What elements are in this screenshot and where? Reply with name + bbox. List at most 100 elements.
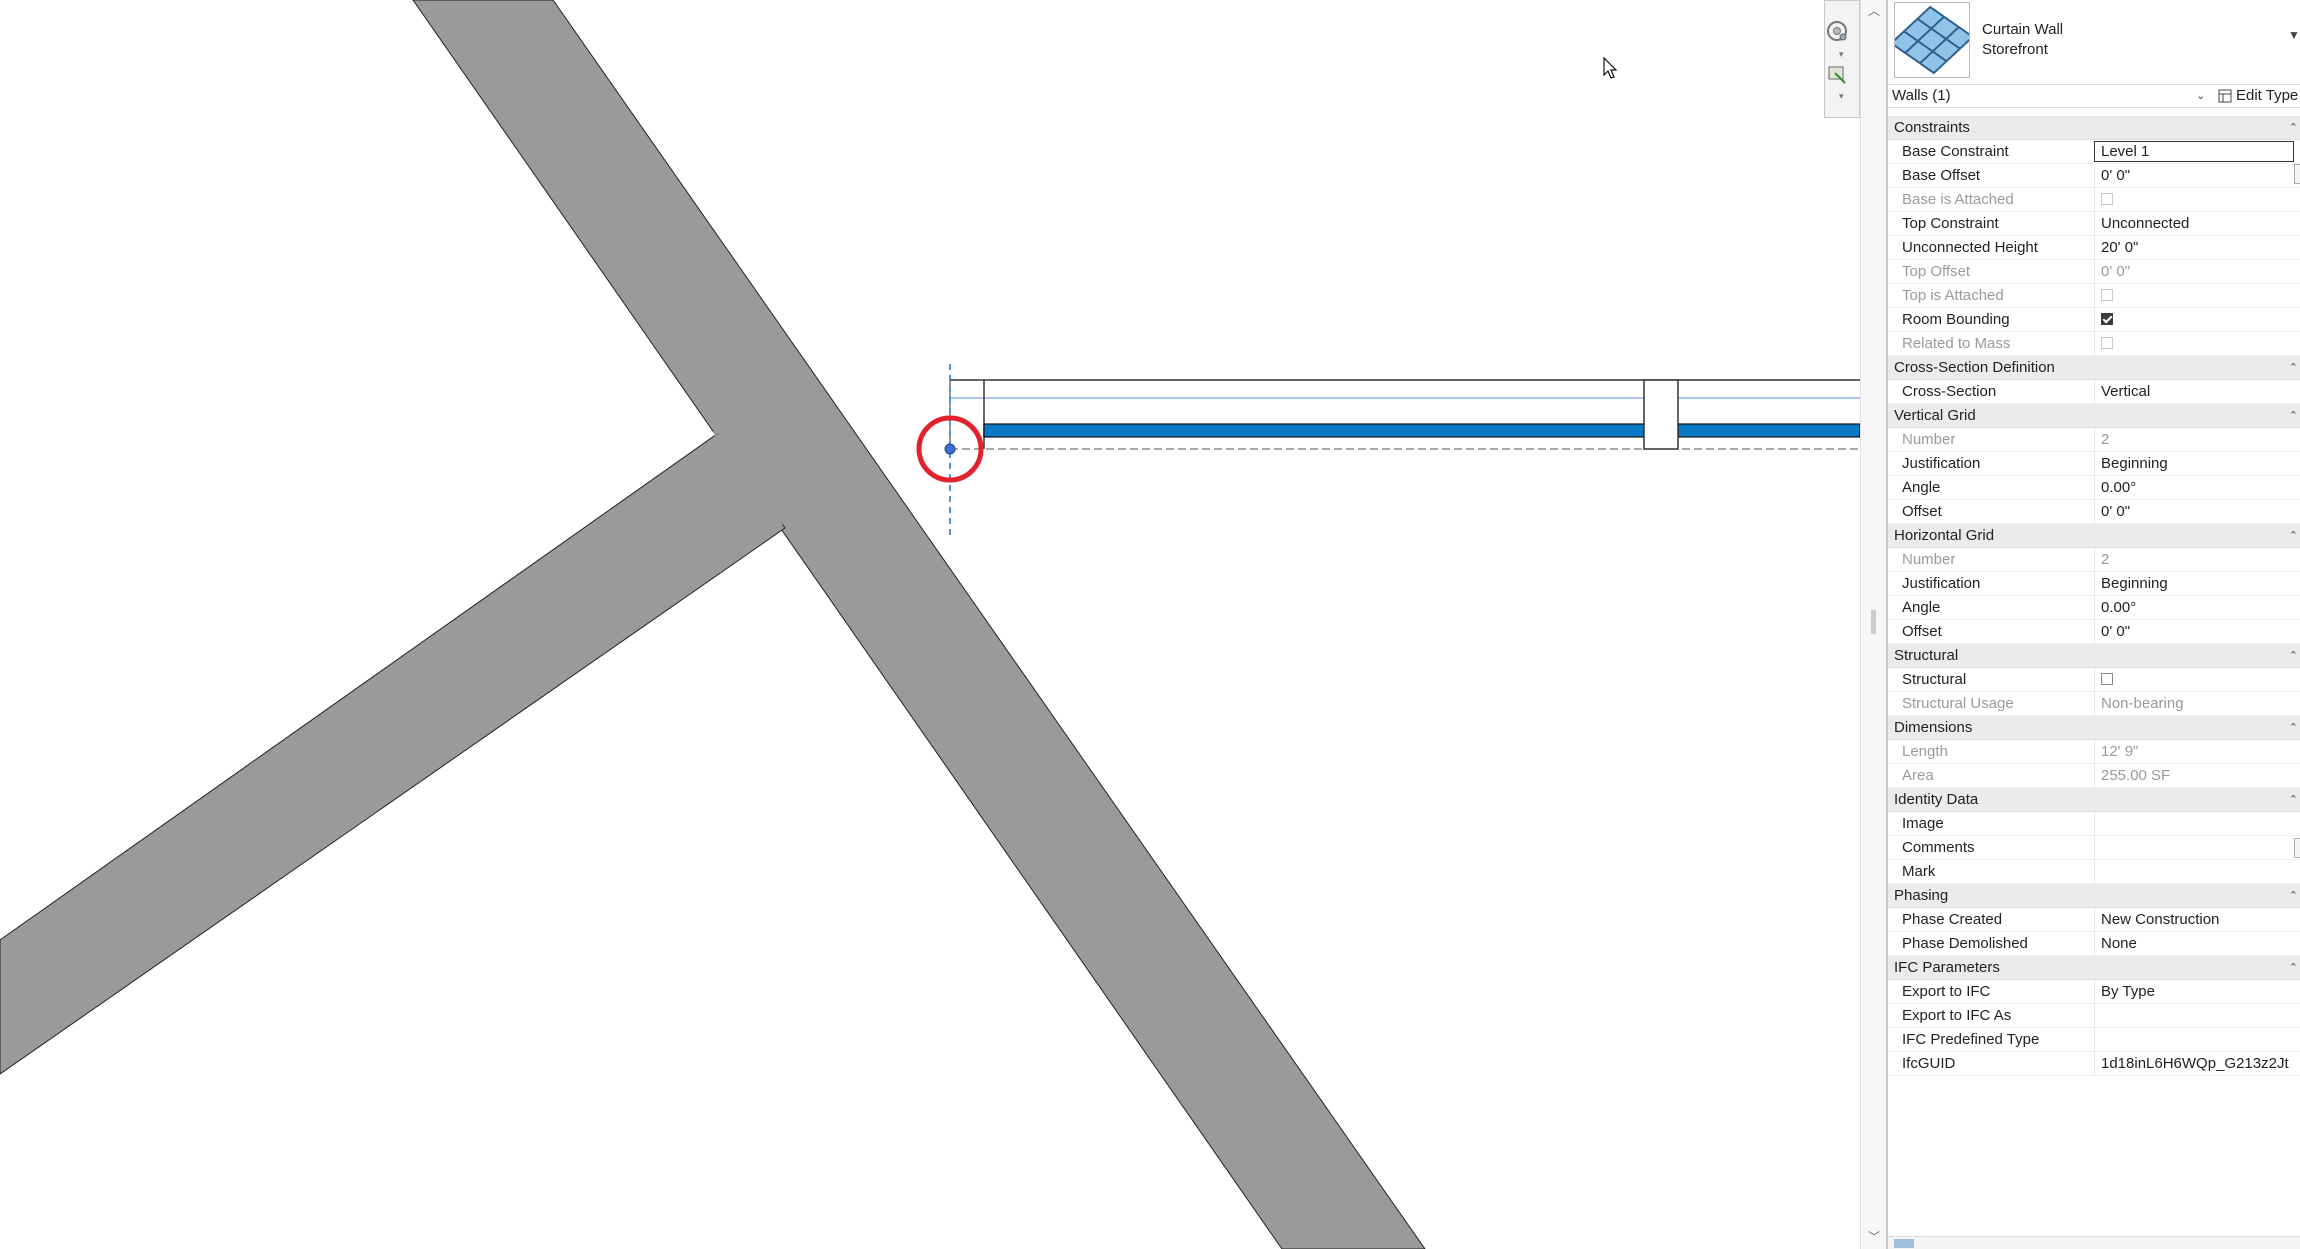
property-row: Structural Usage Non-bearing bbox=[1888, 692, 2300, 716]
edit-type-icon bbox=[2218, 89, 2232, 103]
property-label: Justification bbox=[1902, 455, 1981, 472]
property-row: Export to IFC By Type bbox=[1888, 980, 2300, 1004]
collapse-icon[interactable]: ⌃ bbox=[2289, 404, 2298, 428]
property-value[interactable] bbox=[2094, 1004, 2300, 1028]
type-selector[interactable]: Curtain Wall Storefront ▼ bbox=[1888, 0, 2300, 80]
property-value[interactable] bbox=[2094, 308, 2300, 332]
property-value[interactable]: 0.00° bbox=[2094, 596, 2300, 620]
property-label: Mark bbox=[1902, 863, 1936, 880]
collapse-icon[interactable]: ⌃ bbox=[2289, 116, 2298, 140]
property-row: Justification Beginning bbox=[1888, 452, 2300, 476]
instance-filter-row: Walls (1) ⌄ Edit Type bbox=[1888, 84, 2300, 108]
property-value[interactable]: Unconnected bbox=[2094, 212, 2300, 236]
property-value[interactable]: 1d18inL6H6WQp_G213z2Jt bbox=[2094, 1052, 2300, 1076]
property-value[interactable]: Beginning bbox=[2094, 572, 2300, 596]
property-group-header[interactable]: IFC Parameters ⌃ bbox=[1888, 956, 2300, 980]
property-value[interactable] bbox=[2094, 836, 2300, 860]
property-row: Length 12' 9" bbox=[1888, 740, 2300, 764]
scroll-thumb[interactable] bbox=[1871, 610, 1876, 634]
branch-wall bbox=[0, 433, 786, 1075]
drawing-canvas[interactable]: ▾ ▾ bbox=[0, 0, 1860, 1249]
property-row: Image bbox=[1888, 812, 2300, 836]
property-row: Phase Demolished None bbox=[1888, 932, 2300, 956]
property-label: IFC Predefined Type bbox=[1902, 1031, 2040, 1048]
property-grid: Constraints ⌃ Base Constraint Level 1 Base O… bbox=[1888, 116, 2300, 1076]
property-row: Angle 0.00° bbox=[1888, 596, 2300, 620]
collapse-icon[interactable]: ⌃ bbox=[2289, 884, 2298, 908]
steering-wheel-icon[interactable] bbox=[1825, 19, 1849, 43]
edit-type-button[interactable]: Edit Type bbox=[2218, 85, 2298, 107]
property-label: Phase Created bbox=[1902, 911, 2003, 928]
property-value[interactable]: Beginning bbox=[2094, 452, 2300, 476]
property-row: IfcGUID 1d18inL6H6WQp_G213z2Jt bbox=[1888, 1052, 2300, 1076]
property-group-header[interactable]: Horizontal Grid ⌃ bbox=[1888, 524, 2300, 548]
property-value: 0' 0" bbox=[2094, 260, 2300, 284]
collapse-icon[interactable]: ⌃ bbox=[2289, 644, 2298, 668]
floor-plan-view bbox=[0, 0, 1860, 1249]
property-value[interactable]: Level 1 bbox=[2094, 141, 2294, 162]
property-value[interactable] bbox=[2094, 1028, 2300, 1052]
property-group-header[interactable]: Vertical Grid ⌃ bbox=[1888, 404, 2300, 428]
property-group-header[interactable]: Constraints ⌃ bbox=[1888, 116, 2300, 140]
property-label: Top Offset bbox=[1902, 263, 1971, 280]
scroll-down-icon[interactable]: ﹀ bbox=[1868, 1228, 1880, 1245]
property-value[interactable] bbox=[2094, 812, 2300, 836]
property-checkbox bbox=[2101, 289, 2113, 301]
property-value[interactable]: Vertical bbox=[2094, 380, 2300, 404]
property-value[interactable]: None bbox=[2094, 932, 2300, 956]
scroll-up-icon[interactable]: ︿ bbox=[1868, 2, 1880, 19]
property-row: Base is Attached bbox=[1888, 188, 2300, 212]
property-row: Top is Attached bbox=[1888, 284, 2300, 308]
chevron-down-icon[interactable]: ⌄ bbox=[2196, 85, 2205, 107]
property-row: Structural bbox=[1888, 668, 2300, 692]
property-label: Related to Mass bbox=[1902, 335, 2011, 352]
property-value[interactable]: 0.00° bbox=[2094, 476, 2300, 500]
chevron-down-icon[interactable]: ▾ bbox=[1839, 49, 1844, 60]
property-label: Structural Usage bbox=[1902, 695, 2014, 712]
property-value[interactable] bbox=[2094, 668, 2300, 692]
group-label: Dimensions bbox=[1894, 719, 1973, 736]
collapse-icon[interactable]: ⌃ bbox=[2289, 356, 2298, 380]
property-group-header[interactable]: Identity Data ⌃ bbox=[1888, 788, 2300, 812]
property-row: Offset 0' 0" bbox=[1888, 620, 2300, 644]
property-checkbox[interactable] bbox=[2101, 313, 2113, 325]
curtain-wall[interactable] bbox=[949, 379, 1860, 450]
property-label: Top Constraint bbox=[1902, 215, 1999, 232]
navigation-bar[interactable]: ▾ ▾ bbox=[1824, 0, 1860, 118]
canvas-scrollbar[interactable]: ︿ ﹀ bbox=[1860, 0, 1886, 1249]
group-label: Structural bbox=[1894, 647, 1959, 664]
property-label: Image bbox=[1902, 815, 1944, 832]
tab-properties[interactable] bbox=[1894, 1239, 1914, 1248]
zoom-region-icon[interactable] bbox=[1825, 63, 1849, 87]
collapse-icon[interactable]: ⌃ bbox=[2289, 956, 2298, 980]
side-button[interactable] bbox=[2294, 838, 2300, 858]
property-label: Export to IFC As bbox=[1902, 1007, 2012, 1024]
property-group-header[interactable]: Phasing ⌃ bbox=[1888, 884, 2300, 908]
property-value: 2 bbox=[2094, 428, 2300, 452]
property-group-header[interactable]: Dimensions ⌃ bbox=[1888, 716, 2300, 740]
property-label: Offset bbox=[1902, 503, 1942, 520]
endpoint-grip bbox=[944, 443, 956, 455]
collapse-icon[interactable]: ⌃ bbox=[2289, 716, 2298, 740]
property-group-header[interactable]: Structural ⌃ bbox=[1888, 644, 2300, 668]
property-value[interactable]: 0' 0" bbox=[2094, 164, 2300, 188]
chevron-down-icon[interactable]: ▼ bbox=[2288, 28, 2300, 42]
panel-tabs[interactable] bbox=[1888, 1236, 2300, 1249]
property-label: Base Offset bbox=[1902, 167, 1981, 184]
property-value[interactable]: 0' 0" bbox=[2094, 500, 2300, 524]
chevron-down-icon[interactable]: ▾ bbox=[1839, 91, 1844, 102]
property-checkbox[interactable] bbox=[2101, 673, 2113, 685]
property-value[interactable]: 0' 0" bbox=[2094, 620, 2300, 644]
property-value[interactable]: New Construction bbox=[2094, 908, 2300, 932]
property-value[interactable] bbox=[2094, 860, 2300, 884]
instance-selector[interactable]: Walls (1) bbox=[1892, 85, 2212, 107]
property-value[interactable]: 20' 0" bbox=[2094, 236, 2300, 260]
side-button[interactable] bbox=[2294, 164, 2300, 184]
property-value[interactable]: By Type bbox=[2094, 980, 2300, 1004]
property-group-header[interactable]: Cross-Section Definition ⌃ bbox=[1888, 356, 2300, 380]
collapse-icon[interactable]: ⌃ bbox=[2289, 788, 2298, 812]
property-row: Offset 0' 0" bbox=[1888, 500, 2300, 524]
property-row: Angle 0.00° bbox=[1888, 476, 2300, 500]
collapse-icon[interactable]: ⌃ bbox=[2289, 524, 2298, 548]
property-row: Room Bounding bbox=[1888, 308, 2300, 332]
